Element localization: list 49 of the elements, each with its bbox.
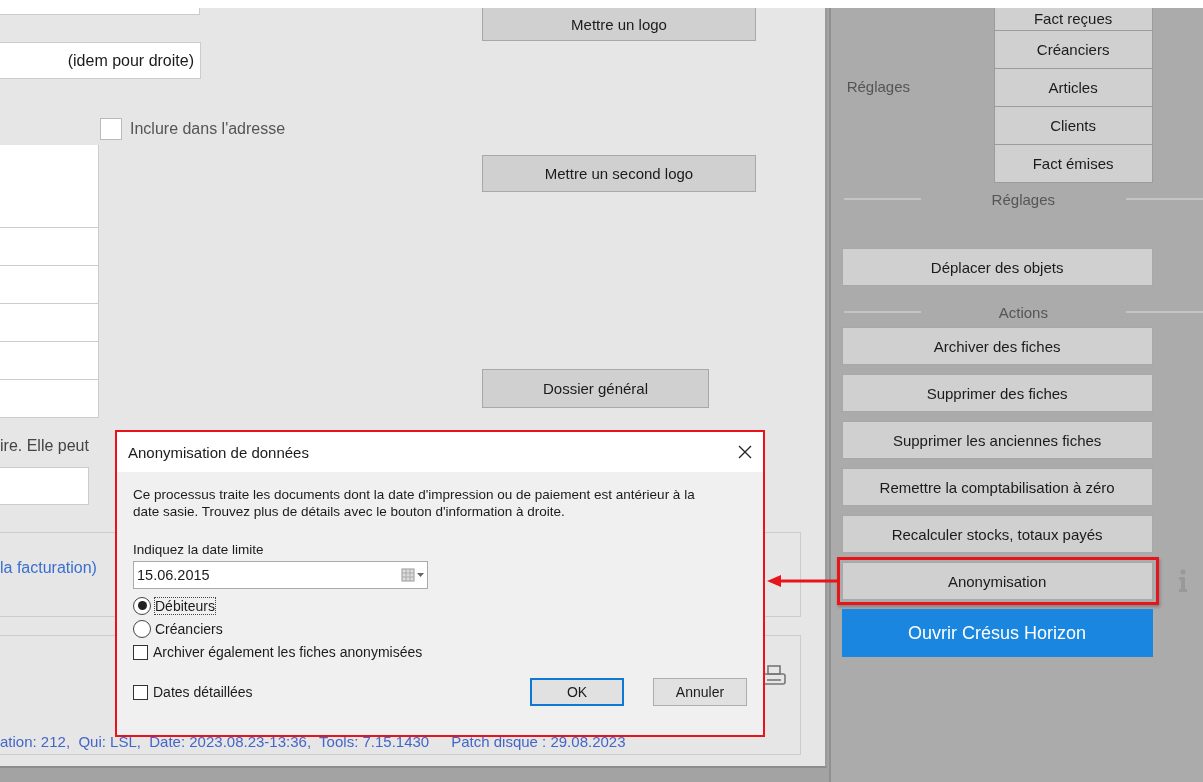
action-button[interactable]: Remettre la comptabilisation à zéro [841,468,1153,506]
action-button[interactable]: Supprimer des fiches [841,374,1153,412]
checkbox[interactable] [100,118,122,140]
tab[interactable]: Clients [993,107,1153,145]
tab[interactable]: Articles [993,69,1153,107]
action-button[interactable]: Recalculer stocks, totaux payés [841,515,1153,553]
status-text: ation: 212, Qui: LSL, Date: 2023.08.23-13:36, Tools: 7.15.1430 [0,733,430,750]
text-field[interactable] [0,304,99,342]
checkbox-label: Archiver également les fiches anonymisées [153,644,423,660]
checkbox[interactable] [133,644,148,660]
note-text: ire. Elle peut [0,436,89,456]
field-label: Indiquez la date limite [133,542,265,557]
radio-label: Débiteurs [154,596,216,615]
tab[interactable]: Créanciers [993,31,1153,69]
dialog-title: Anonymisation de données [128,443,309,461]
checkbox-label: Inclure dans l'adresse [130,120,286,138]
text-field[interactable] [0,467,89,505]
cancel-button[interactable]: Annuler [653,678,747,706]
text-field[interactable] [0,145,99,228]
status-text: Patch disque : 29.08.2023 [451,733,626,750]
radio-label: Créanciers [154,619,224,638]
section-label: Réglages [846,78,910,95]
calendar-icon[interactable] [401,568,425,582]
close-icon[interactable] [738,445,752,459]
second-logo-button[interactable]: Mettre un second logo [482,155,756,192]
ok-button[interactable]: OK [530,678,624,706]
folder-button[interactable]: Dossier général [482,369,709,408]
logo-button[interactable]: Mettre un logo [482,8,756,41]
action-button[interactable]: Archiver des fiches [841,327,1153,365]
text-field[interactable] [0,342,99,380]
action-button[interactable]: Anonymisation [841,562,1153,600]
section-heading: Réglages [990,190,1056,208]
section-heading: Actions [997,303,1049,321]
tab[interactable]: Fact émises [993,145,1153,183]
open-button[interactable]: Ouvrir Crésus Horizon [841,609,1153,657]
description-text: Ce processus traite les documents dont la date d'impression ou de paiement est antérieur à la date sasie. Trouvez plus de détails avec le bouton d'information à droite. [133,486,696,520]
radio-button[interactable] [133,596,151,615]
text-field[interactable] [0,266,99,304]
text-field[interactable] [0,8,200,15]
tab[interactable]: Fact reçues [993,8,1153,31]
action-button[interactable]: Supprimer les anciennes fiches [841,421,1153,459]
text-field[interactable]: (idem pour droite) [0,42,201,79]
text-field[interactable] [0,380,99,418]
radio-button[interactable] [133,619,151,638]
action-button[interactable]: Déplacer des objets [841,248,1153,286]
checkbox[interactable] [133,684,148,700]
date-field[interactable]: 15.06.2015 [133,561,428,589]
checkbox-label: Dates détaillées [153,684,253,700]
text-field[interactable] [0,228,99,266]
